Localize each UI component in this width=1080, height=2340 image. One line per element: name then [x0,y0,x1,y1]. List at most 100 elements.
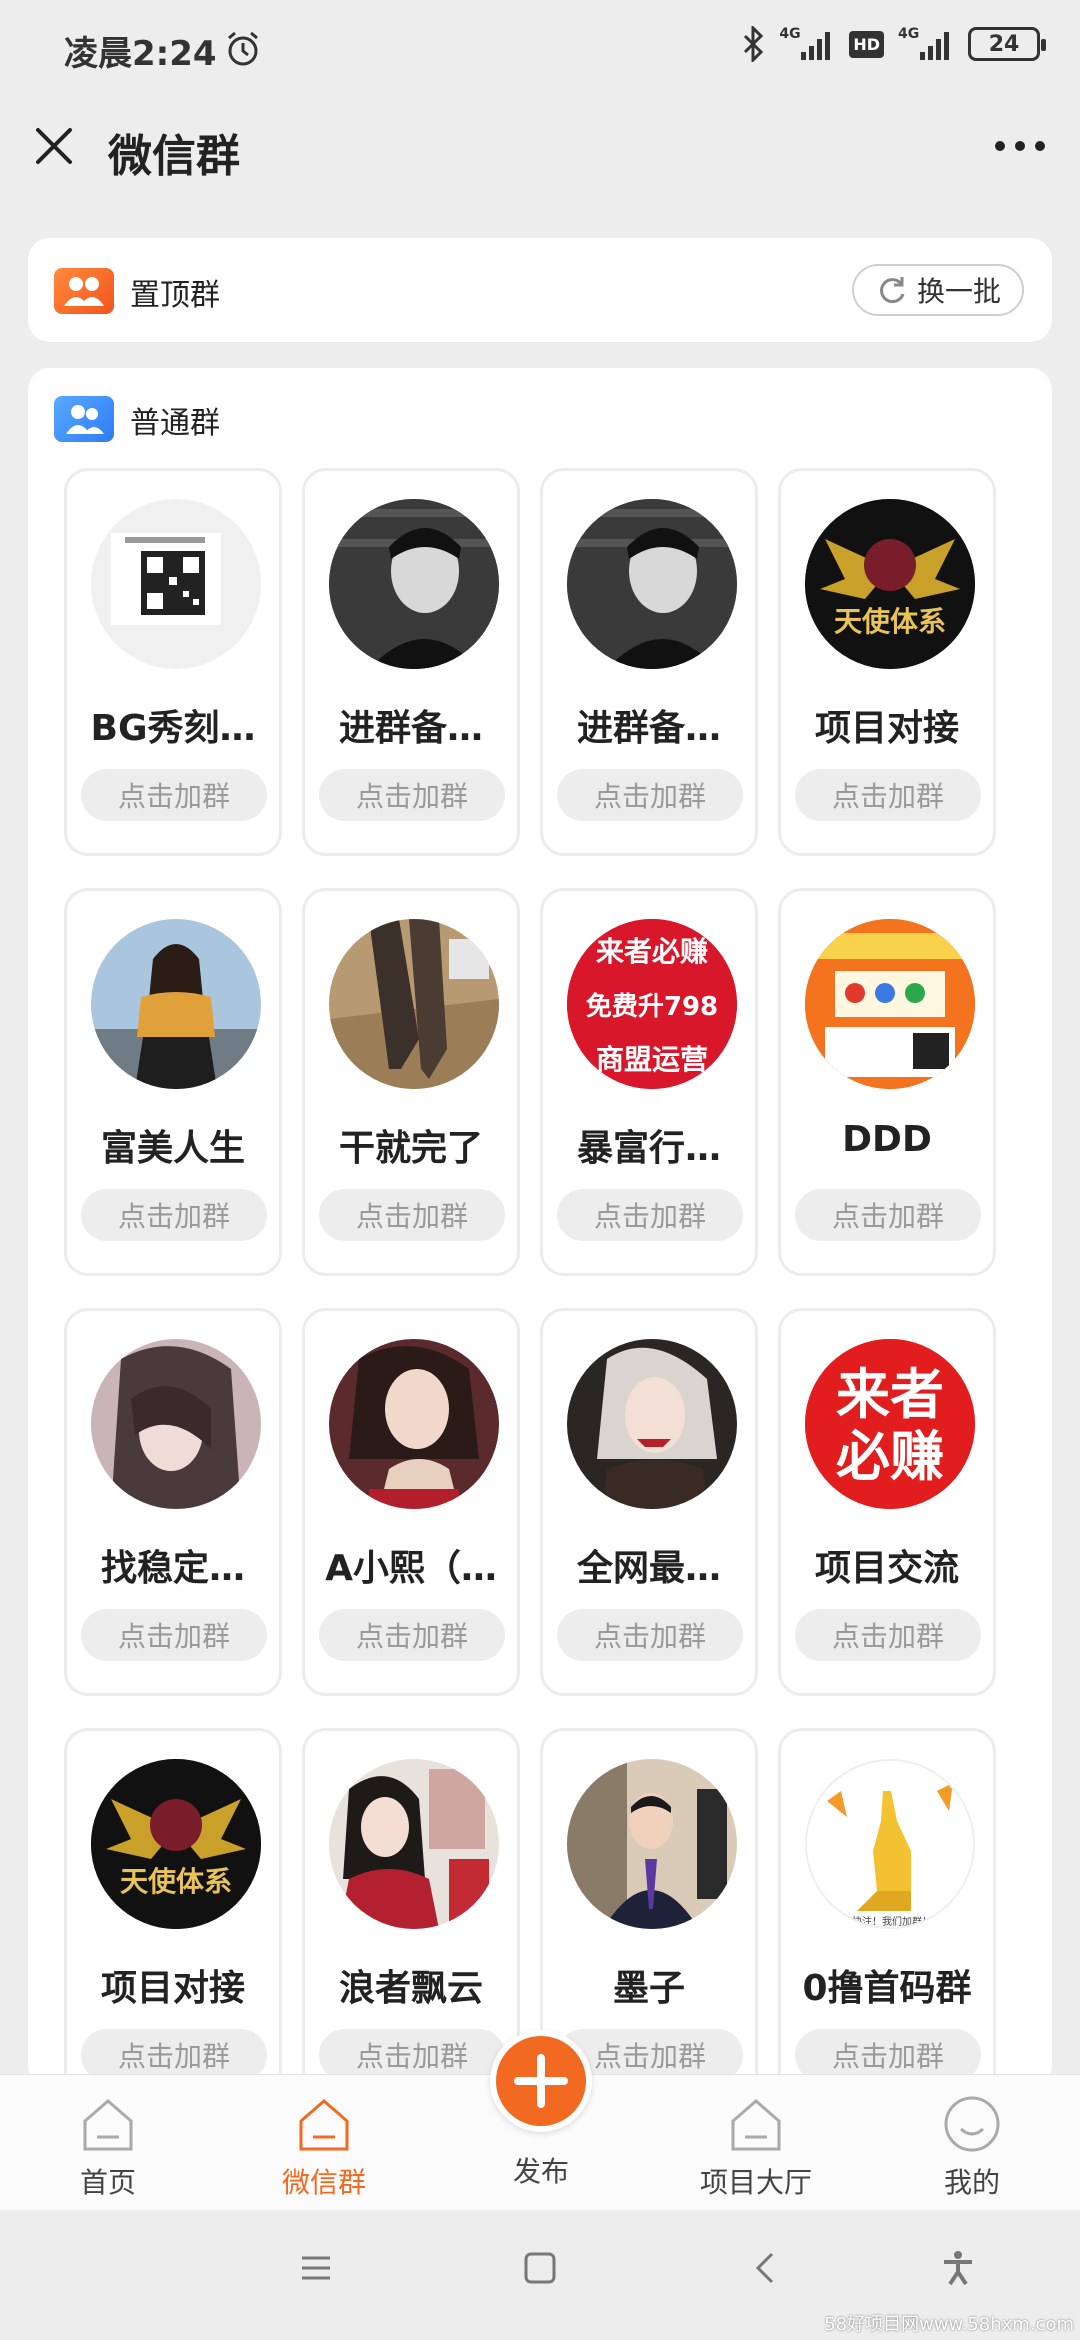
status-icons: 4G HD 4G 24 [741,26,1046,62]
page-title: 微信群 [108,131,240,182]
system-nav-bar: 58好项目网www.58hxm.com [0,2210,1080,2340]
close-icon[interactable] [32,124,76,168]
back-icon[interactable] [748,2250,784,2286]
group-name: 全网最… [576,1548,721,1589]
group-name: 进群备… [338,708,483,749]
red-logo-2-line-2: 必赚 [836,1425,944,1488]
normal-groups-card: 普通群 BG秀刻… 点击加群 进群备… 点击加群 进群备… 点击加群 天使体系 … [28,368,1052,2088]
group-tile[interactable]: 富美人生 点击加群 [64,888,282,1276]
publish-button[interactable] [490,2030,592,2132]
join-group-button[interactable]: 点击加群 [319,1609,505,1661]
group-avatar-legs-photo [329,919,499,1089]
bluetooth-icon [744,26,764,62]
battery-icon: 24 [968,27,1046,61]
join-group-button[interactable]: 点击加群 [81,769,267,821]
pinned-group-icon [54,268,114,314]
kangaroo-caption: 快注！我们加群！ [852,1915,932,1928]
alarm-icon [228,31,258,66]
join-group-button[interactable]: 点击加群 [81,1609,267,1661]
home-icon [83,2099,133,2151]
join-group-button[interactable]: 点击加群 [795,1609,981,1661]
nav-wechat-group[interactable]: 微信群 [254,2093,394,2203]
group-avatar-portrait [329,499,499,669]
group-tile[interactable]: BG秀刻… 点击加群 [64,468,282,856]
hd-badge: HD [849,30,884,58]
nav-wechat-group-label: 微信群 [281,2166,366,2199]
red-logo-line-1: 来者必赚 [596,935,708,968]
home-square-icon[interactable] [522,2250,558,2286]
group-tile[interactable]: A小熙（… 点击加群 [302,1308,520,1696]
refresh-label: 换一批 [916,275,1001,308]
group-tile[interactable]: 来者必赚 免费升798 商盟运营 暴富行… 点击加群 [540,888,758,1276]
group-avatar-red-text-logo: 来者 必赚 [805,1339,975,1509]
refresh-icon [880,277,905,304]
signal-icon [801,32,831,60]
group-tile[interactable]: 快注！我们加群！ 0撸首码群 点击加群 [778,1728,996,2088]
join-group-button[interactable]: 点击加群 [795,769,981,821]
group-name: 富美人生 [100,1128,245,1169]
nav-mine-label: 我的 [943,2166,1000,2199]
nav-home[interactable]: 首页 [38,2093,178,2203]
group-tile[interactable]: 干就完了 点击加群 [302,888,520,1276]
group-name: A小熙（… [325,1548,497,1589]
nav-project-hall[interactable]: 项目大厅 [686,2093,826,2203]
group-name: 进群备… [576,708,721,749]
nav-mine[interactable]: 我的 [902,2093,1042,2203]
group-avatar-angel-logo: 天使体系 [91,1759,261,1929]
battery-level: 24 [988,31,1020,57]
group-avatar-red-text-logo: 来者必赚 免费升798 商盟运营 [567,919,737,1089]
group-name: 浪者飘云 [338,1968,483,2009]
join-group-button[interactable]: 点击加群 [81,1189,267,1241]
group-name: 项目交流 [814,1548,959,1589]
join-group-button[interactable]: 点击加群 [319,1189,505,1241]
join-group-button[interactable]: 点击加群 [795,1189,981,1241]
group-avatar-woman-photo [91,919,261,1089]
join-group-button[interactable]: 点击加群 [557,769,743,821]
plus-icon [514,2054,568,2108]
group-tile[interactable]: 墨子 点击加群 [540,1728,758,2088]
group-avatar-orange-poster [805,919,975,1089]
join-group-button[interactable]: 点击加群 [557,1609,743,1661]
group-avatar-woman-photo [91,1339,261,1509]
group-avatar-portrait [567,499,737,669]
group-name: 项目对接 [100,1968,245,2009]
group-name: 项目对接 [814,708,959,749]
group-name: DDD [842,1119,932,1160]
wechat-group-icon [299,2099,349,2151]
group-tile[interactable]: 进群备… 点击加群 [540,468,758,856]
group-tile[interactable]: 天使体系 项目对接 点击加群 [64,1728,282,2088]
group-tile[interactable]: 天使体系 项目对接 点击加群 [778,468,996,856]
group-name: 干就完了 [338,1128,483,1169]
join-group-button[interactable]: 点击加群 [557,1189,743,1241]
group-avatar-qr [91,499,261,669]
status-bar: 凌晨2:24 4G HD 4G 24 [0,0,1080,100]
signal-a: 4G [779,26,835,62]
refresh-button[interactable]: 换一批 [852,264,1024,316]
publish-label: 发布 [512,2155,569,2188]
accessibility-icon[interactable] [940,2250,976,2286]
watermark: 58好项目网www.58hxm.com [824,2314,1074,2335]
group-tile[interactable]: 全网最… 点击加群 [540,1308,758,1696]
more-icon[interactable] [992,136,1048,156]
group-name: 墨子 [612,1968,685,2009]
group-avatar-man-suit [567,1759,737,1929]
normal-groups-label: 普通群 [130,406,220,441]
group-avatar-woman-photo [567,1339,737,1509]
red-logo-line-3: 商盟运营 [596,1043,708,1076]
menu-icon[interactable] [298,2250,334,2286]
group-avatar-kangaroo: 快注！我们加群！ [805,1759,975,1929]
group-avatar-woman-photo [329,1339,499,1509]
group-name: 找稳定… [100,1548,245,1589]
group-tile[interactable]: 找稳定… 点击加群 [64,1308,282,1696]
group-tile[interactable]: 来者 必赚 项目交流 点击加群 [778,1308,996,1696]
nav-home-label: 首页 [79,2166,136,2199]
red-logo-2-line-1: 来者 [836,1363,944,1426]
group-tile[interactable]: 进群备… 点击加群 [302,468,520,856]
status-time: 凌晨2:24 [64,34,217,74]
group-name: 暴富行… [576,1128,721,1169]
group-tile[interactable]: DDD 点击加群 [778,888,996,1276]
nav-project-hall-label: 项目大厅 [699,2166,812,2199]
group-tile[interactable]: 浪者飘云 点击加群 [302,1728,520,2088]
angel-logo-text: 天使体系 [120,1865,232,1898]
join-group-button[interactable]: 点击加群 [319,769,505,821]
